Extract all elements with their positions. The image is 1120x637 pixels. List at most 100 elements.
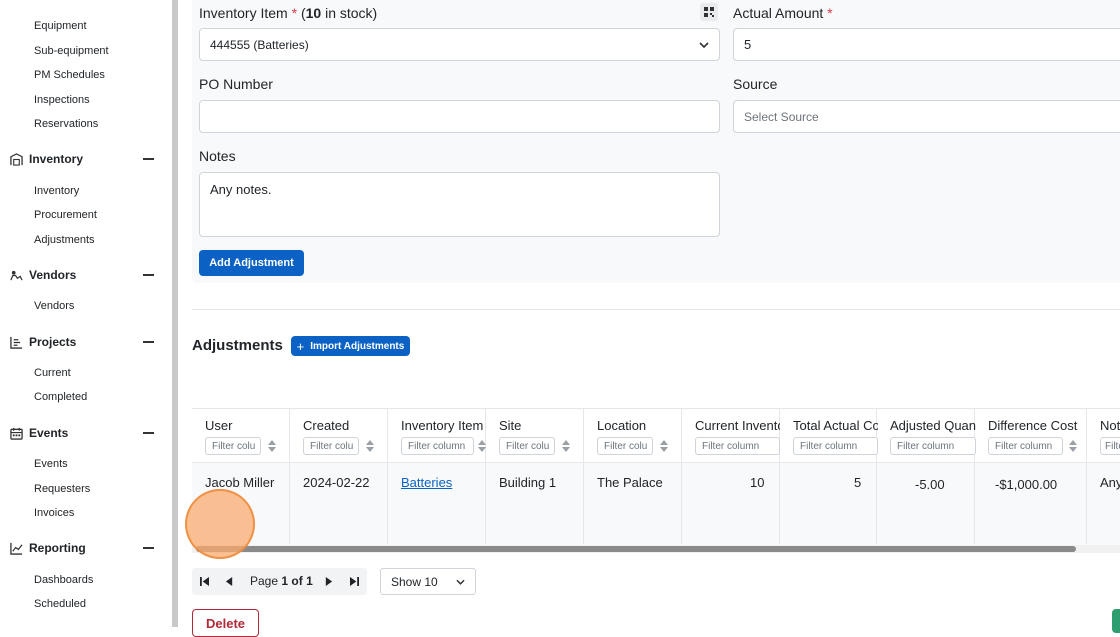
filter-created-input[interactable]: Filter colu xyxy=(303,437,359,455)
sidebar-section-reporting[interactable]: Reporting xyxy=(10,541,86,555)
filter-site-input[interactable]: Filter colu xyxy=(499,437,555,455)
sidebar-item-inspections[interactable]: Inspections xyxy=(34,94,90,106)
cell-site: Building 1 xyxy=(499,475,557,490)
collapse-events-icon[interactable] xyxy=(143,432,154,434)
cell-current-inventory: 10 xyxy=(750,475,765,490)
cell-created: 2024-02-22 xyxy=(303,475,370,490)
actual-amount-input[interactable]: 5 xyxy=(733,28,1120,61)
filter-location-input[interactable]: Filter colu xyxy=(597,437,653,455)
sort-icon[interactable] xyxy=(660,440,668,452)
scan-grid-icon[interactable] xyxy=(700,3,718,21)
sidebar-section-projects[interactable]: Projects xyxy=(10,335,76,349)
next-page-button[interactable] xyxy=(316,568,341,595)
adjustments-title: Adjustments xyxy=(192,337,283,354)
sidebar: Equipment Sub-equipment PM Schedules Ins… xyxy=(0,0,172,627)
previous-page-button[interactable] xyxy=(217,568,242,595)
sort-icon[interactable] xyxy=(366,440,374,452)
filter-total-actual-count-input[interactable]: Filter column xyxy=(793,437,878,455)
sort-icon[interactable] xyxy=(562,440,570,452)
page-size-value: Show 10 xyxy=(391,574,438,589)
cell-notes: Any xyxy=(1100,475,1120,490)
collapse-projects-icon[interactable] xyxy=(143,341,154,343)
column-header-difference-cost[interactable]: Difference Cost xyxy=(988,418,1084,433)
page-size-select[interactable]: Show 10 xyxy=(380,568,476,595)
actual-amount-label: Actual Amount * xyxy=(733,5,833,21)
sidebar-section-inventory[interactable]: Inventory xyxy=(10,152,83,166)
delete-button[interactable]: Delete xyxy=(192,609,259,637)
cell-inventory-item-link[interactable]: Batteries xyxy=(401,475,452,490)
filter-notes-input[interactable]: Filter xyxy=(1100,437,1120,455)
column-header-inventory-item[interactable]: Inventory Item xyxy=(401,418,486,433)
adjustments-table: User Filter colu Created Filter colu Inv… xyxy=(192,408,1120,545)
sidebar-section-projects-label: Projects xyxy=(29,335,77,349)
po-number-input[interactable] xyxy=(199,100,720,133)
chevron-down-icon xyxy=(699,41,709,48)
filter-difference-cost-input[interactable]: Filter column xyxy=(988,437,1063,455)
filter-current-inventory-input[interactable]: Filter column xyxy=(695,437,780,455)
sidebar-item-procurement[interactable]: Procurement xyxy=(34,209,97,221)
add-adjustment-button[interactable]: Add Adjustment xyxy=(199,250,304,276)
sidebar-item-adjustments[interactable]: Adjustments xyxy=(34,234,95,246)
sidebar-section-vendors[interactable]: Vendors xyxy=(10,268,76,282)
click-indicator xyxy=(185,489,255,559)
save-button-edge[interactable] xyxy=(1112,609,1120,633)
last-page-button[interactable] xyxy=(342,568,367,595)
sidebar-item-vendors[interactable]: Vendors xyxy=(34,300,74,312)
sidebar-item-invoices[interactable]: Invoices xyxy=(34,507,74,519)
column-current-inventory: Current Inventory Filter column xyxy=(682,409,780,544)
sidebar-item-scheduled[interactable]: Scheduled xyxy=(34,598,86,610)
cell-total-actual-count: 5 xyxy=(854,475,862,490)
sidebar-item-sub-equipment[interactable]: Sub-equipment xyxy=(34,45,109,57)
projects-chart-icon xyxy=(10,336,23,349)
page-indicator: Page 1 of 1 xyxy=(250,574,313,588)
sort-icon[interactable] xyxy=(268,440,276,452)
first-page-button[interactable] xyxy=(192,568,217,595)
sidebar-item-pm-schedules[interactable]: PM Schedules xyxy=(34,69,105,81)
notes-value: Any notes. xyxy=(210,182,272,197)
table-horizontal-scrollbar-thumb[interactable] xyxy=(196,546,1076,552)
sort-icon[interactable] xyxy=(478,440,486,452)
import-adjustments-button[interactable]: + Import Adjustments xyxy=(291,336,410,356)
column-header-user[interactable]: User xyxy=(205,418,285,433)
sidebar-item-equipment[interactable]: Equipment xyxy=(34,20,87,32)
import-adjustments-label: Import Adjustments xyxy=(310,340,405,352)
sidebar-item-dashboards[interactable]: Dashboards xyxy=(34,574,93,586)
column-total-actual-count: Total Actual Count Filter column xyxy=(780,409,878,544)
notes-label: Notes xyxy=(199,148,236,164)
sidebar-item-completed[interactable]: Completed xyxy=(34,391,87,403)
column-header-notes[interactable]: Notes xyxy=(1100,418,1120,433)
column-header-location[interactable]: Location xyxy=(597,418,677,433)
filter-adjusted-quantity-input[interactable]: Filter column xyxy=(890,437,976,455)
warehouse-icon xyxy=(10,152,23,166)
column-header-total-actual-count[interactable]: Total Actual Count xyxy=(793,418,878,433)
column-header-adjusted-quantity[interactable]: Adjusted Quantity xyxy=(890,418,976,433)
column-header-created[interactable]: Created xyxy=(303,418,383,433)
column-header-current-inventory[interactable]: Current Inventory xyxy=(695,418,780,433)
line-chart-icon xyxy=(10,542,23,555)
column-header-site[interactable]: Site xyxy=(499,418,579,433)
collapse-vendors-icon[interactable] xyxy=(143,274,154,276)
cell-difference-cost: -$1,000.00 xyxy=(995,477,1058,492)
cell-adjusted-quantity: -5.00 xyxy=(915,477,945,492)
sidebar-section-events[interactable]: Events xyxy=(10,426,68,440)
sidebar-item-inventory[interactable]: Inventory xyxy=(34,185,79,197)
source-select[interactable]: Select Source xyxy=(733,100,1120,133)
sort-icon[interactable] xyxy=(1069,440,1077,452)
collapse-inventory-icon[interactable] xyxy=(143,158,154,160)
sidebar-item-reservations[interactable]: Reservations xyxy=(34,118,98,130)
pagination: Page 1 of 1 xyxy=(192,568,367,595)
sidebar-item-events[interactable]: Events xyxy=(34,458,68,470)
previous-page-icon xyxy=(225,577,233,586)
filter-user-input[interactable]: Filter colu xyxy=(205,437,261,455)
cell-location: The Palace xyxy=(597,475,663,490)
sidebar-item-requesters[interactable]: Requesters xyxy=(34,483,90,495)
collapse-reporting-icon[interactable] xyxy=(143,547,154,549)
cell-user: Jacob Miller xyxy=(205,475,275,490)
next-page-icon xyxy=(325,577,333,586)
filter-inventory-item-input[interactable]: Filter column xyxy=(401,437,474,455)
notes-textarea[interactable]: Any notes. xyxy=(199,172,720,237)
plus-icon: + xyxy=(296,338,305,354)
sidebar-item-current[interactable]: Current xyxy=(34,367,71,379)
sidebar-section-reporting-label: Reporting xyxy=(29,541,86,555)
inventory-item-select[interactable]: 444555 (Batteries) xyxy=(199,28,720,61)
